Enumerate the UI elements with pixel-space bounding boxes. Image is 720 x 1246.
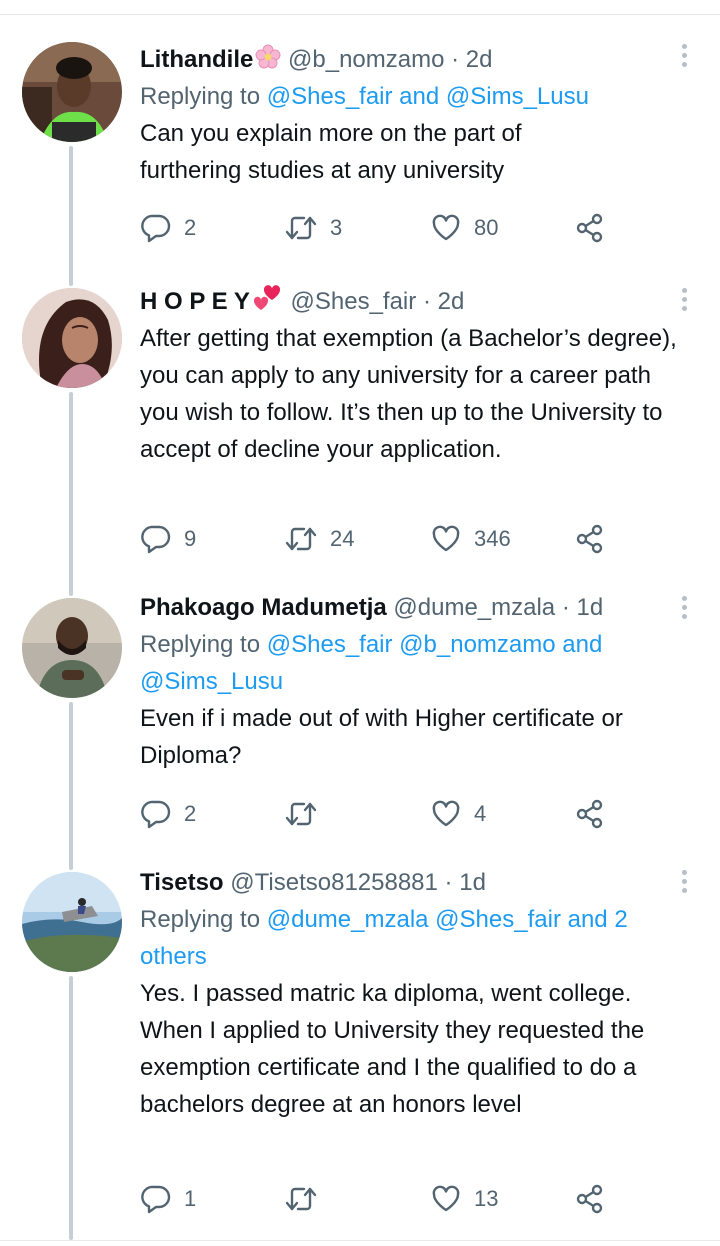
- like-count: 80: [474, 215, 499, 240]
- like-button[interactable]: 346: [430, 522, 511, 556]
- tweet-text: Can you explain more on the part of furt…: [140, 120, 522, 184]
- share-nodes-icon: [574, 798, 606, 830]
- display-name[interactable]: Lithandile: [140, 46, 253, 73]
- display-name[interactable]: H O P E Y: [140, 288, 250, 315]
- tweet-header: Phakoago Madumetja @dume_mzala · 1d: [140, 590, 694, 626]
- replying-to: Replying to @Shes_fair and @Sims_Lusu: [140, 78, 694, 115]
- tweet-actions: 2 3 80: [140, 211, 620, 245]
- reply-button[interactable]: 2: [140, 797, 196, 831]
- heart-outline-icon: [430, 798, 462, 830]
- avatar[interactable]: [22, 872, 122, 972]
- avatar[interactable]: [22, 288, 122, 388]
- top-divider: [0, 14, 720, 15]
- retweet-button[interactable]: 24: [284, 522, 354, 556]
- timestamp[interactable]: 2d: [466, 46, 493, 73]
- retweet-button[interactable]: 3: [284, 211, 342, 245]
- like-button[interactable]: 13: [430, 1182, 498, 1216]
- thread-line: [69, 146, 73, 286]
- replying-to-link[interactable]: @Shes_fair and @Sims_Lusu: [267, 83, 589, 110]
- separator-dot: ·: [444, 869, 453, 896]
- reply-bubble-icon: [140, 798, 172, 830]
- replying-to: Replying to @Shes_fair @b_nomzamo and @S…: [140, 626, 670, 700]
- tweet-text: After getting that exemption (a Bachelor…: [140, 325, 677, 463]
- retweet-arrows-icon: [284, 798, 318, 830]
- bottom-divider: [0, 1240, 720, 1241]
- reply-button[interactable]: 1: [140, 1182, 196, 1216]
- timestamp[interactable]: 2d: [438, 288, 465, 315]
- reply-bubble-icon: [140, 1183, 172, 1215]
- tweet-header: H O P E Y @Shes_fair · 2d: [140, 284, 694, 320]
- more-options-button[interactable]: [674, 44, 694, 74]
- separator-dot: ·: [422, 288, 431, 315]
- thread-line: [69, 702, 73, 870]
- display-name[interactable]: Phakoago Madumetja: [140, 594, 387, 621]
- user-handle[interactable]: @b_nomzamo: [288, 46, 444, 73]
- replying-to-prefix: Replying to: [140, 631, 261, 658]
- tweet-actions: 2 4: [140, 797, 620, 831]
- heart-outline-icon: [430, 1183, 462, 1215]
- replying-to-prefix: Replying to: [140, 83, 261, 110]
- tweet-header: Tisetso @Tisetso81258881 · 1d: [140, 865, 694, 901]
- cherry-blossom-icon: [255, 44, 281, 81]
- tweet-text: Even if i made out of with Higher certif…: [140, 705, 623, 769]
- replying-to: Replying to @dume_mzala @Shes_fair and 2…: [140, 901, 680, 975]
- replying-to-prefix: Replying to: [140, 906, 261, 933]
- avatar[interactable]: [22, 42, 122, 142]
- separator-dot: ·: [451, 46, 460, 73]
- more-options-button[interactable]: [674, 870, 694, 900]
- share-nodes-icon: [574, 1183, 606, 1215]
- retweet-button[interactable]: [284, 1182, 330, 1216]
- user-handle[interactable]: @Tisetso81258881: [230, 869, 438, 896]
- thread-line: [69, 392, 73, 596]
- timestamp[interactable]: 1d: [577, 594, 604, 621]
- reply-bubble-icon: [140, 212, 172, 244]
- reply-count: 9: [184, 526, 197, 551]
- heart-outline-icon: [430, 523, 462, 555]
- tweet-text: Yes. I passed matric ka diploma, went co…: [140, 980, 645, 1118]
- retweet-count: 24: [330, 526, 355, 551]
- retweet-button[interactable]: [284, 797, 330, 831]
- share-button[interactable]: [574, 211, 606, 245]
- reply-button[interactable]: 2: [140, 211, 196, 245]
- timestamp[interactable]: 1d: [459, 869, 486, 896]
- reply-count: 2: [184, 215, 197, 240]
- reply-count: 2: [184, 801, 197, 826]
- tweet-header: Lithandile @b_nomzamo · 2d: [140, 42, 694, 78]
- retweet-arrows-icon: [284, 1183, 318, 1215]
- like-count: 13: [474, 1186, 499, 1211]
- share-button[interactable]: [574, 1182, 606, 1216]
- reply-button[interactable]: 9: [140, 522, 196, 556]
- display-name[interactable]: Tisetso: [140, 869, 224, 896]
- share-nodes-icon: [574, 523, 606, 555]
- like-button[interactable]: 4: [430, 797, 486, 831]
- user-handle[interactable]: @dume_mzala: [393, 594, 555, 621]
- retweet-arrows-icon: [284, 523, 318, 555]
- retweet-count: 3: [330, 215, 343, 240]
- separator-dot: ·: [561, 594, 570, 621]
- reply-bubble-icon: [140, 523, 172, 555]
- tweet-actions: 1 13: [140, 1182, 620, 1216]
- like-count: 346: [474, 526, 511, 551]
- more-options-button[interactable]: [674, 288, 694, 318]
- share-button[interactable]: [574, 522, 606, 556]
- more-options-button[interactable]: [674, 596, 694, 626]
- user-handle[interactable]: @Shes_fair: [291, 288, 417, 315]
- like-button[interactable]: 80: [430, 211, 498, 245]
- share-nodes-icon: [574, 212, 606, 244]
- heart-outline-icon: [430, 212, 462, 244]
- share-button[interactable]: [574, 797, 606, 831]
- avatar[interactable]: [22, 598, 122, 698]
- tweet-actions: 9 24 346: [140, 522, 620, 556]
- retweet-arrows-icon: [284, 212, 318, 244]
- thread-line: [69, 976, 73, 1240]
- two-hearts-icon: [252, 284, 284, 323]
- like-count: 4: [474, 801, 487, 826]
- reply-count: 1: [184, 1186, 197, 1211]
